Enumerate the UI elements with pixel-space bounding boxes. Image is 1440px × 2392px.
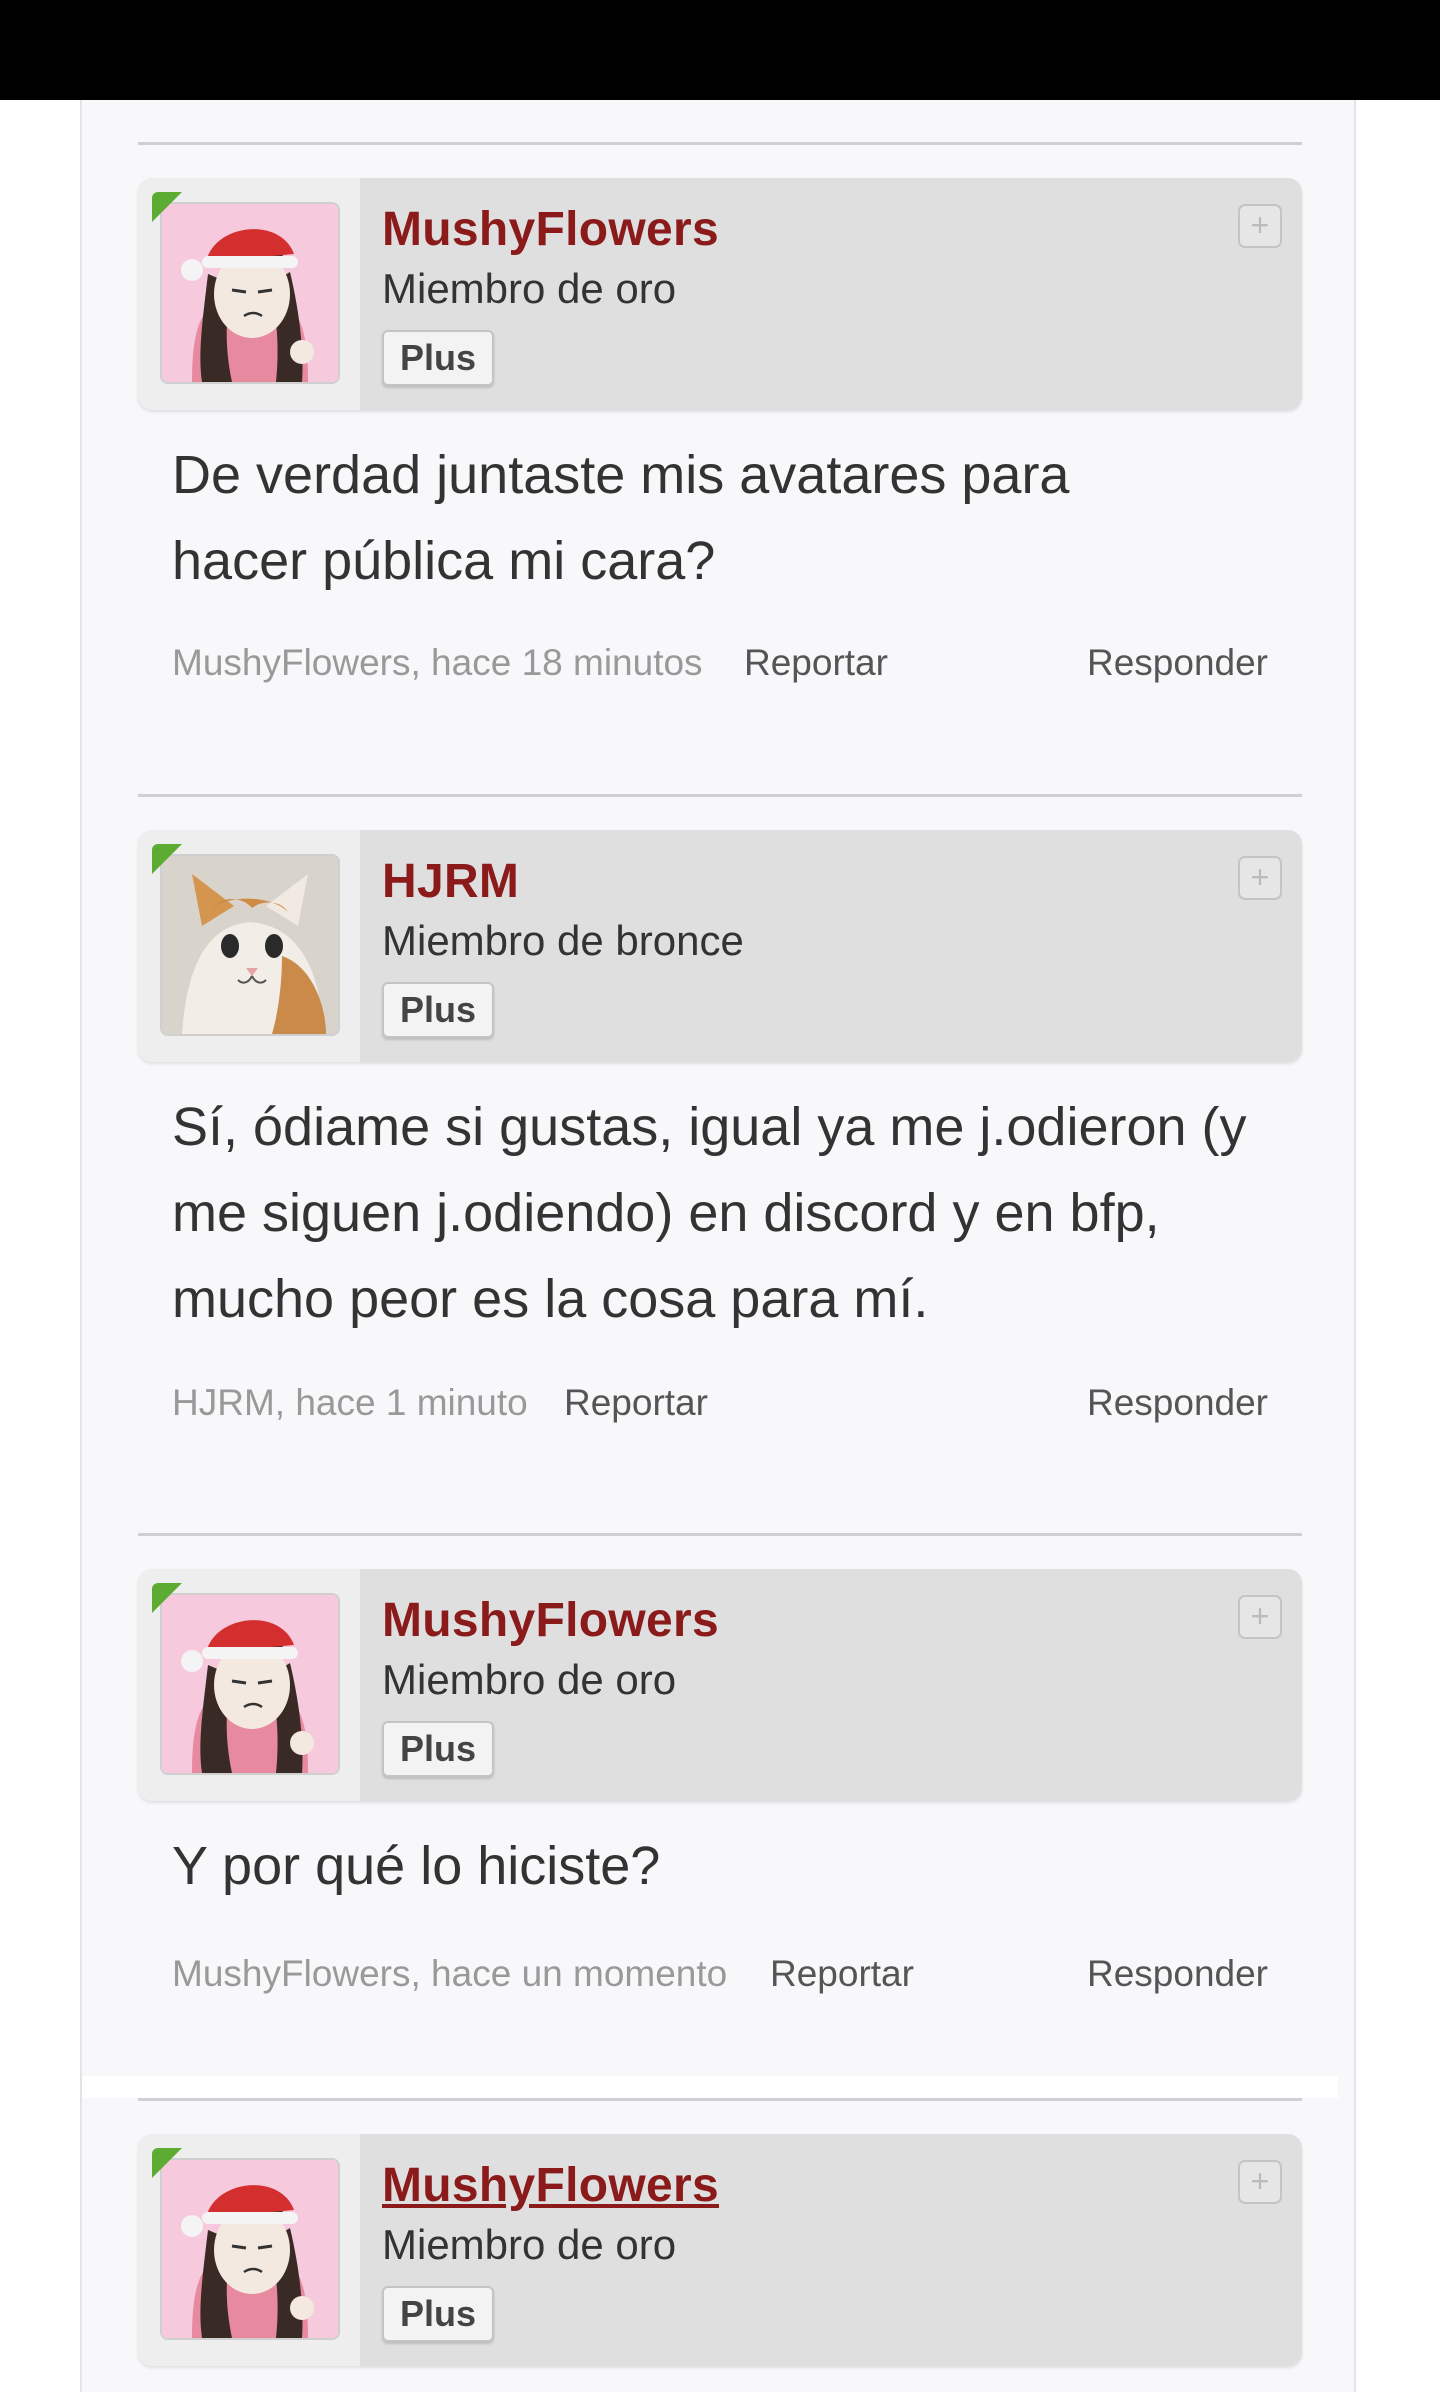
- plus-badge: Plus: [382, 1721, 494, 1777]
- avatar-box: [138, 178, 360, 410]
- user-rank: Miembro de oro: [382, 265, 677, 312]
- comment-author-time: HJRM, hace 1 minuto: [172, 1382, 528, 1423]
- divider: [138, 794, 1302, 797]
- avatar[interactable]: [160, 202, 340, 384]
- divider: [138, 1533, 1302, 1536]
- plus-badge: Plus: [382, 330, 494, 386]
- user-rank: Miembro de oro: [382, 2221, 677, 2268]
- user-card: MushyFlowers Miembro de oro Plus +: [138, 1569, 1302, 1801]
- comment-body: Y por qué lo hiciste?: [172, 1836, 661, 1896]
- user-card: MushyFlowers Miembro de oro Plus +: [138, 178, 1302, 410]
- avatar[interactable]: [160, 854, 340, 1036]
- comment-author-time: MushyFlowers, hace 18 minutos: [172, 642, 703, 683]
- avatar-box: [138, 830, 360, 1062]
- comment-body: De verdad juntaste mis avatares para hac…: [172, 445, 1070, 591]
- section-gap: [82, 2076, 1338, 2098]
- plus-square-icon[interactable]: +: [1238, 856, 1282, 900]
- user-card: MushyFlowers Miembro de oro Plus +: [138, 2134, 1302, 2366]
- username[interactable]: MushyFlowers: [382, 1593, 719, 1649]
- online-indicator: [152, 844, 182, 874]
- username[interactable]: MushyFlowers: [382, 2158, 719, 2214]
- comment: MushyFlowers Miembro de oro Plus + De ve…: [138, 142, 1302, 722]
- plus-badge: Plus: [382, 2286, 494, 2342]
- report-link[interactable]: Reportar: [770, 1953, 914, 1995]
- christmas-girl-avatar-icon: [162, 204, 338, 382]
- comment: MushyFlowers Miembro de oro Plus +: [138, 2098, 1302, 2392]
- cat-avatar-icon: [162, 856, 338, 1034]
- user-rank: Miembro de bronce: [382, 917, 744, 964]
- reply-link[interactable]: Responder: [1087, 1953, 1268, 1995]
- plus-badge: Plus: [382, 982, 494, 1038]
- report-link[interactable]: Reportar: [744, 642, 888, 684]
- user-card: HJRM Miembro de bronce Plus +: [138, 830, 1302, 1062]
- divider: [138, 2098, 1302, 2101]
- report-link[interactable]: Reportar: [564, 1382, 708, 1424]
- plus-square-icon[interactable]: +: [1238, 1595, 1282, 1639]
- avatar-box: [138, 2134, 360, 2366]
- avatar[interactable]: [160, 1593, 340, 1775]
- avatar[interactable]: [160, 2158, 340, 2340]
- username[interactable]: MushyFlowers: [382, 202, 719, 258]
- christmas-girl-avatar-icon: [162, 2160, 338, 2338]
- plus-square-icon[interactable]: +: [1238, 204, 1282, 248]
- comment: HJRM Miembro de bronce Plus + Sí, ódiame…: [138, 794, 1302, 1474]
- online-indicator: [152, 2148, 182, 2178]
- reply-link[interactable]: Responder: [1087, 1382, 1268, 1424]
- user-rank: Miembro de oro: [382, 1656, 677, 1703]
- comment-author-time: MushyFlowers, hace un momento: [172, 1953, 728, 1994]
- top-black-bar: [0, 0, 1440, 100]
- reply-link[interactable]: Responder: [1087, 642, 1268, 684]
- christmas-girl-avatar-icon: [162, 1595, 338, 1773]
- plus-square-icon[interactable]: +: [1238, 2160, 1282, 2204]
- online-indicator: [152, 192, 182, 222]
- comment-body: Sí, ódiame si gustas, igual ya me j.odie…: [172, 1097, 1247, 1329]
- comment: MushyFlowers Miembro de oro Plus + Y por…: [138, 1533, 1302, 2053]
- avatar-box: [138, 1569, 360, 1801]
- divider: [138, 142, 1302, 145]
- username[interactable]: HJRM: [382, 854, 519, 910]
- online-indicator: [152, 1583, 182, 1613]
